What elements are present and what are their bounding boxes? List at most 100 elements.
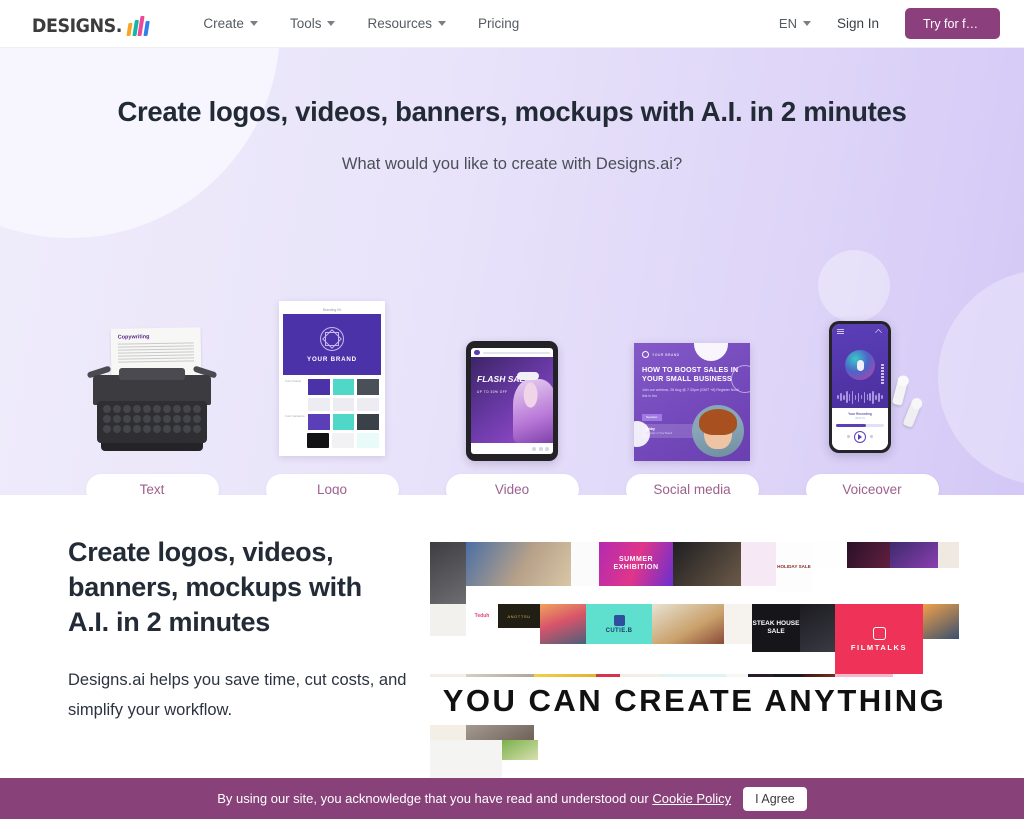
- collage-tile: [741, 542, 776, 586]
- card-art-tablet-video: FLASH SALE UP TO 30% OFF: [422, 301, 602, 461]
- collage-tile: [430, 604, 466, 636]
- create-card-label[interactable]: Text: [85, 474, 219, 495]
- avatar: [474, 349, 480, 356]
- nav-item-resources[interactable]: Resources: [367, 16, 446, 31]
- nav-right-group: EN Sign In Try for fr…: [779, 8, 1000, 39]
- collage-label: FILMTALKS: [850, 642, 908, 652]
- cookie-consent-bar: By using our site, you acknowledge that …: [0, 778, 1024, 819]
- nav-links: Create Tools Resources Pricing: [203, 16, 519, 31]
- collage-tile: ANOTTSU: [498, 604, 540, 628]
- chevron-down-icon: [327, 21, 336, 26]
- collage-tile: SUMMER EXHIBITION: [599, 542, 673, 586]
- microphone-icon: [845, 350, 875, 380]
- collage-label: SUMMER EXHIBITION: [613, 556, 659, 571]
- cookie-policy-link[interactable]: Cookie Policy: [652, 791, 731, 806]
- collage-label: CUTIE.B: [605, 627, 633, 634]
- collage-tile: [466, 542, 571, 586]
- collage-tile: [540, 604, 586, 644]
- cookie-message-text: By using our site, you acknowledge that …: [217, 791, 649, 806]
- sign-in-link[interactable]: Sign In: [837, 16, 879, 31]
- nav-item-tools[interactable]: Tools: [290, 16, 336, 31]
- typewriter-paper-title: Copywriting: [117, 334, 150, 341]
- create-card-video[interactable]: FLASH SALE UP TO 30% OFF Video: [422, 301, 602, 495]
- collage-tile: [502, 740, 538, 760]
- collage-tile: [724, 604, 752, 644]
- collage-label: ANOTTSU: [507, 613, 531, 619]
- designs-ai-logo[interactable]: DESIGNS.: [28, 12, 150, 37]
- chevron-down-icon: [437, 21, 446, 26]
- collage-tile: [652, 604, 724, 644]
- language-selector[interactable]: EN: [779, 16, 811, 31]
- collage-tile: [938, 542, 959, 568]
- create-card-logo[interactable]: Branding Kit YOUR BRAND Color Palette Co…: [242, 301, 422, 495]
- chevron-down-icon: [802, 21, 811, 26]
- collage-tile: [890, 542, 938, 568]
- hero-heading: Create logos, videos, banners, mockups w…: [117, 96, 907, 127]
- collage-overlay-label: YOU CAN CREATE ANYTHING: [442, 683, 947, 718]
- create-card-label[interactable]: Video: [445, 474, 579, 495]
- collage-grid: SUMMER EXHIBITION HOLIDAY SALE Teduh ANO…: [430, 542, 959, 785]
- logo-wordmark: DESIGNS.: [31, 14, 123, 37]
- create-card-social-media[interactable]: YOUR BRAND HOW TO BOOST SALES IN YOUR SM…: [602, 301, 782, 495]
- speaker-tag: Speaker: [642, 413, 662, 421]
- speaker-role: Founder of Your Brand: [646, 432, 673, 436]
- collage-tile: [812, 542, 847, 568]
- next-icon[interactable]: [870, 434, 874, 439]
- social-post-body: Join our webinar, 28 Aug @ 7.30pm (GMT +…: [642, 388, 739, 398]
- nav-item-label: Resources: [367, 16, 432, 31]
- nav-item-pricing[interactable]: Pricing: [478, 16, 519, 31]
- earbud-left-icon: [892, 378, 908, 406]
- prev-icon[interactable]: [846, 434, 850, 439]
- collage-tile: [923, 604, 959, 639]
- card-art-social-post: YOUR BRAND HOW TO BOOST SALES IN YOUR SM…: [602, 301, 782, 461]
- card-art-brandkit: Branding Kit YOUR BRAND Color Palette Co…: [242, 301, 422, 461]
- progress-bar[interactable]: [836, 424, 884, 427]
- create-card-label[interactable]: Social media: [625, 474, 759, 495]
- collage-label: HOLIDAY SALE: [777, 564, 811, 569]
- social-post-brand: YOUR BRAND: [642, 351, 742, 358]
- chevron-down-icon: [249, 21, 258, 26]
- create-card-text[interactable]: Copywriting Text: [62, 301, 242, 495]
- create-card-label[interactable]: Voiceover: [805, 474, 939, 495]
- designs-ai-bars-logo-icon: [126, 15, 150, 36]
- collage-tile: Teduh: [466, 604, 498, 628]
- create-card-voiceover[interactable]: Your Recording 00:01:24 Voiceover: [782, 301, 962, 495]
- typewriter-icon: Copywriting: [86, 327, 218, 461]
- language-value: EN: [778, 16, 797, 31]
- nav-item-label: Tools: [289, 16, 322, 31]
- template-collage: SUMMER EXHIBITION HOLIDAY SALE Teduh ANO…: [430, 542, 959, 785]
- collage-label: Teduh: [474, 613, 490, 619]
- hamburger-icon: [837, 329, 844, 334]
- hero-text-block: Create logos, videos, banners, mockups w…: [0, 48, 1024, 174]
- brand-mark-icon: [642, 351, 649, 358]
- collage-tile: [847, 542, 890, 568]
- nav-item-create[interactable]: Create: [203, 16, 258, 31]
- brandkit-brand-name: YOUR BRAND: [307, 355, 357, 363]
- social-post-headline: HOW TO BOOST SALES IN YOUR SMALL BUSINES…: [642, 365, 739, 383]
- cookie-agree-button[interactable]: I Agree: [743, 786, 807, 811]
- nav-item-label: Pricing: [477, 16, 520, 31]
- recording-title: Your Recording: [848, 412, 872, 416]
- play-icon[interactable]: [854, 430, 866, 443]
- hero-section: Create logos, videos, banners, mockups w…: [0, 48, 1024, 495]
- earbud-right-icon: [902, 400, 922, 428]
- brandkit-caption: Branding Kit: [322, 307, 342, 312]
- features-text-block: Create logos, videos, banners, mockups w…: [68, 535, 408, 725]
- card-art-phone-voiceover: Your Recording 00:01:24: [782, 301, 962, 461]
- social-post-mockup-icon: YOUR BRAND HOW TO BOOST SALES IN YOUR SM…: [634, 343, 750, 461]
- collage-label: STEAK HOUSE SALE: [752, 620, 800, 635]
- create-card-label[interactable]: Logo: [265, 474, 399, 495]
- collage-tile: [430, 740, 502, 782]
- speaker-name: Abby: [646, 427, 655, 432]
- collage-tile: HOLIDAY SALE: [776, 542, 812, 592]
- cookie-message: By using our site, you acknowledge that …: [217, 791, 731, 806]
- tablet-device-icon: FLASH SALE UP TO 30% OFF: [466, 341, 558, 461]
- equalizer-icon: [881, 364, 884, 384]
- features-heading: Create logos, videos, banners, mockups w…: [68, 537, 362, 637]
- try-for-free-button[interactable]: Try for fr…: [905, 8, 1000, 39]
- collage-overlay-text: YOU CAN CREATE ANYTHING: [430, 677, 959, 725]
- collage-tile: [571, 542, 599, 586]
- share-icon: [875, 329, 882, 336]
- phone-device-icon: Your Recording 00:01:24: [829, 321, 891, 453]
- top-navigation-bar: DESIGNS. Create Tools Resources Pricing: [0, 0, 1024, 48]
